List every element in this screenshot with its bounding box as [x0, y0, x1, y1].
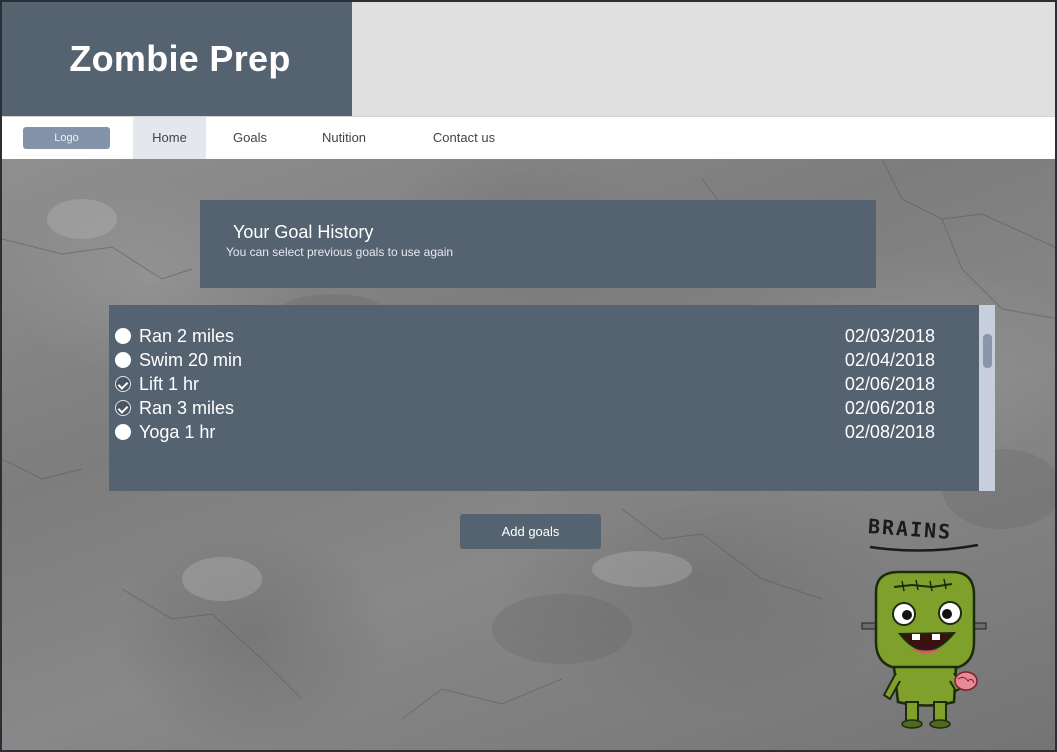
nav-bar: Logo Home Goals Nutition Contact us [2, 116, 1055, 159]
goal-row[interactable]: Lift 1 hr 02/06/2018 [115, 372, 935, 396]
goal-radio[interactable] [115, 328, 131, 344]
nav-item-home[interactable]: Home [133, 117, 206, 159]
goal-row[interactable]: Yoga 1 hr 02/08/2018 [115, 420, 935, 444]
goal-name: Ran 3 miles [139, 398, 235, 418]
scrollbar-thumb[interactable] [983, 334, 992, 368]
header-banner-area [352, 2, 1055, 116]
goal-history-subtitle: You can select previous goals to use aga… [226, 245, 454, 259]
goal-history-title: Your Goal History [233, 222, 374, 242]
goal-date: 02/03/2018 [844, 326, 935, 346]
nav-item-nutrition[interactable]: Nutition [308, 117, 380, 159]
goal-radio-checked[interactable] [115, 400, 131, 416]
goal-history-list: Ran 2 miles 02/03/2018 Swim 20 min 02/04… [109, 305, 995, 491]
goal-radio[interactable] [115, 352, 131, 368]
goal-name: Yoga 1 hr [139, 422, 216, 442]
zombie-icon [861, 543, 987, 729]
goal-date: 02/04/2018 [844, 350, 935, 370]
goal-row[interactable]: Ran 3 miles 02/06/2018 [115, 396, 935, 420]
logo-button[interactable]: Logo [23, 127, 110, 149]
goal-list-scrollbar[interactable] [979, 305, 995, 491]
goal-row[interactable]: Swim 20 min 02/04/2018 [115, 348, 935, 372]
nav-item-goals[interactable]: Goals [220, 117, 280, 159]
goal-row[interactable]: Ran 2 miles 02/03/2018 [115, 324, 935, 348]
goal-radio[interactable] [115, 424, 131, 440]
goal-date: 02/06/2018 [844, 374, 935, 394]
goal-radio-checked[interactable] [115, 376, 131, 392]
nav-item-contact[interactable]: Contact us [422, 117, 506, 159]
goal-name: Ran 2 miles [139, 326, 235, 346]
goal-history-header: Your Goal History You can select previou… [200, 200, 876, 288]
add-goals-button[interactable]: Add goals [460, 514, 601, 549]
app-window: Zombie Prep Logo Home Goals Nutition Con… [0, 0, 1057, 752]
brand-banner: Zombie Prep [2, 2, 352, 116]
goal-name: Swim 20 min [139, 350, 243, 370]
site-title: Zombie Prep [69, 38, 291, 79]
zombie-illustration: BRAINS [854, 514, 994, 732]
goal-name: Lift 1 hr [139, 374, 200, 394]
goal-date: 02/08/2018 [844, 422, 935, 442]
goal-date: 02/06/2018 [844, 398, 935, 418]
